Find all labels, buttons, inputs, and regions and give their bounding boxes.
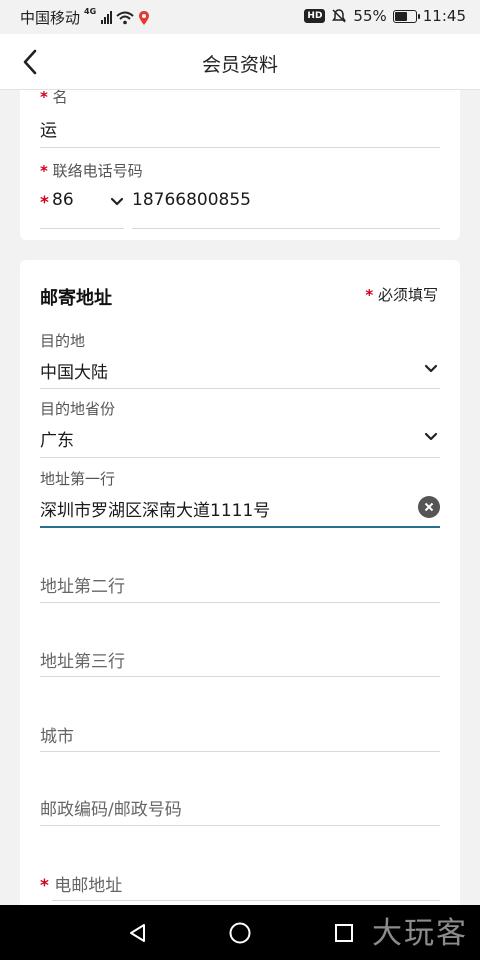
province-select[interactable]: 广东 [20,424,460,454]
phone-label: * 联络电话号码 [40,162,143,180]
required-mark: * [365,286,374,304]
nav-home-button[interactable] [226,919,254,947]
status-right: HD 55% 11:45 [304,7,466,25]
location-icon [139,10,150,25]
province-underline [40,457,440,458]
destination-value: 中国大陆 [40,363,108,383]
nav-home-icon [229,922,251,944]
nav-recent-button[interactable] [330,919,358,947]
section-title: 邮寄地址 [40,288,112,309]
province-label: 目的地省份 [40,400,116,418]
required-mark: * [40,162,48,180]
country-code-underline [40,228,124,229]
city-field[interactable]: 城市 [40,722,74,747]
phone-number-underline [132,228,440,229]
form-content[interactable]: * 名 运 * 联络电话号码 * 86 18766800855 邮寄地址 * 必… [0,90,480,905]
mute-bell-icon [332,9,347,23]
name-field[interactable]: 运 [40,116,57,141]
profile-card: * 名 运 * 联络电话号码 * 86 18766800855 [20,90,460,240]
destination-underline [40,388,440,389]
clear-button[interactable] [418,496,440,518]
required-note: * 必须填写 [365,286,438,304]
required-mark: * [40,193,49,213]
hd-badge: HD [304,9,326,23]
address-line3-field[interactable]: 地址第三行 [40,647,125,672]
network-type: 4G [84,7,97,16]
destination-select[interactable]: 中国大陆 [20,356,460,386]
chevron-down-icon [424,364,438,373]
address-line3-underline [40,676,440,677]
nav-back-icon [130,924,145,942]
province-value: 广东 [40,431,74,451]
clear-icon [424,502,434,512]
chevron-down-icon [110,197,124,206]
app-header: 会员资料 [0,34,480,90]
phone-number-field[interactable]: 18766800855 [132,190,251,210]
nav-recent-icon [335,924,353,942]
postcode-underline [40,825,440,826]
name-underline [40,147,440,148]
address-line1-field[interactable]: 深圳市罗湖区深南大道1111号 [40,496,270,521]
watermark: 大玩客 [372,916,468,951]
address-line2-field[interactable]: 地址第二行 [40,572,125,597]
country-code-select[interactable]: * 86 [40,190,124,220]
system-nav-bar: 大玩客 [0,905,480,960]
chevron-down-icon [424,432,438,441]
city-underline [40,751,440,752]
status-bar: 中国移动 4G HD 55% 11:45 [0,0,480,34]
carrier-name: 中国移动 [20,9,81,27]
address-line1-label: 地址第一行 [40,470,116,488]
required-mark: * [40,876,49,896]
email-field[interactable]: * 电邮地址 [40,871,122,896]
nav-back-button[interactable] [124,919,152,947]
address-line1-underline-focused [40,526,440,528]
address-line2-underline [40,602,440,603]
clock: 11:45 [422,7,466,25]
status-left: 中国移动 4G [20,7,150,28]
wifi-icon [116,11,134,24]
name-label: * 名 [40,90,68,106]
email-underline [52,900,440,901]
required-mark: * [40,90,48,106]
country-code-value: 86 [52,190,74,210]
page-title: 会员资料 [201,54,278,76]
signal-icon [101,11,113,24]
destination-label: 目的地 [40,332,86,350]
battery-percent: 55% [353,7,387,25]
mailing-address-card: 邮寄地址 * 必须填写 目的地 中国大陆 目的地省份 广东 地址第一行 深圳市罗… [20,260,460,905]
battery-icon [392,9,420,23]
postcode-field[interactable]: 邮政编码/邮政号码 [40,795,182,820]
